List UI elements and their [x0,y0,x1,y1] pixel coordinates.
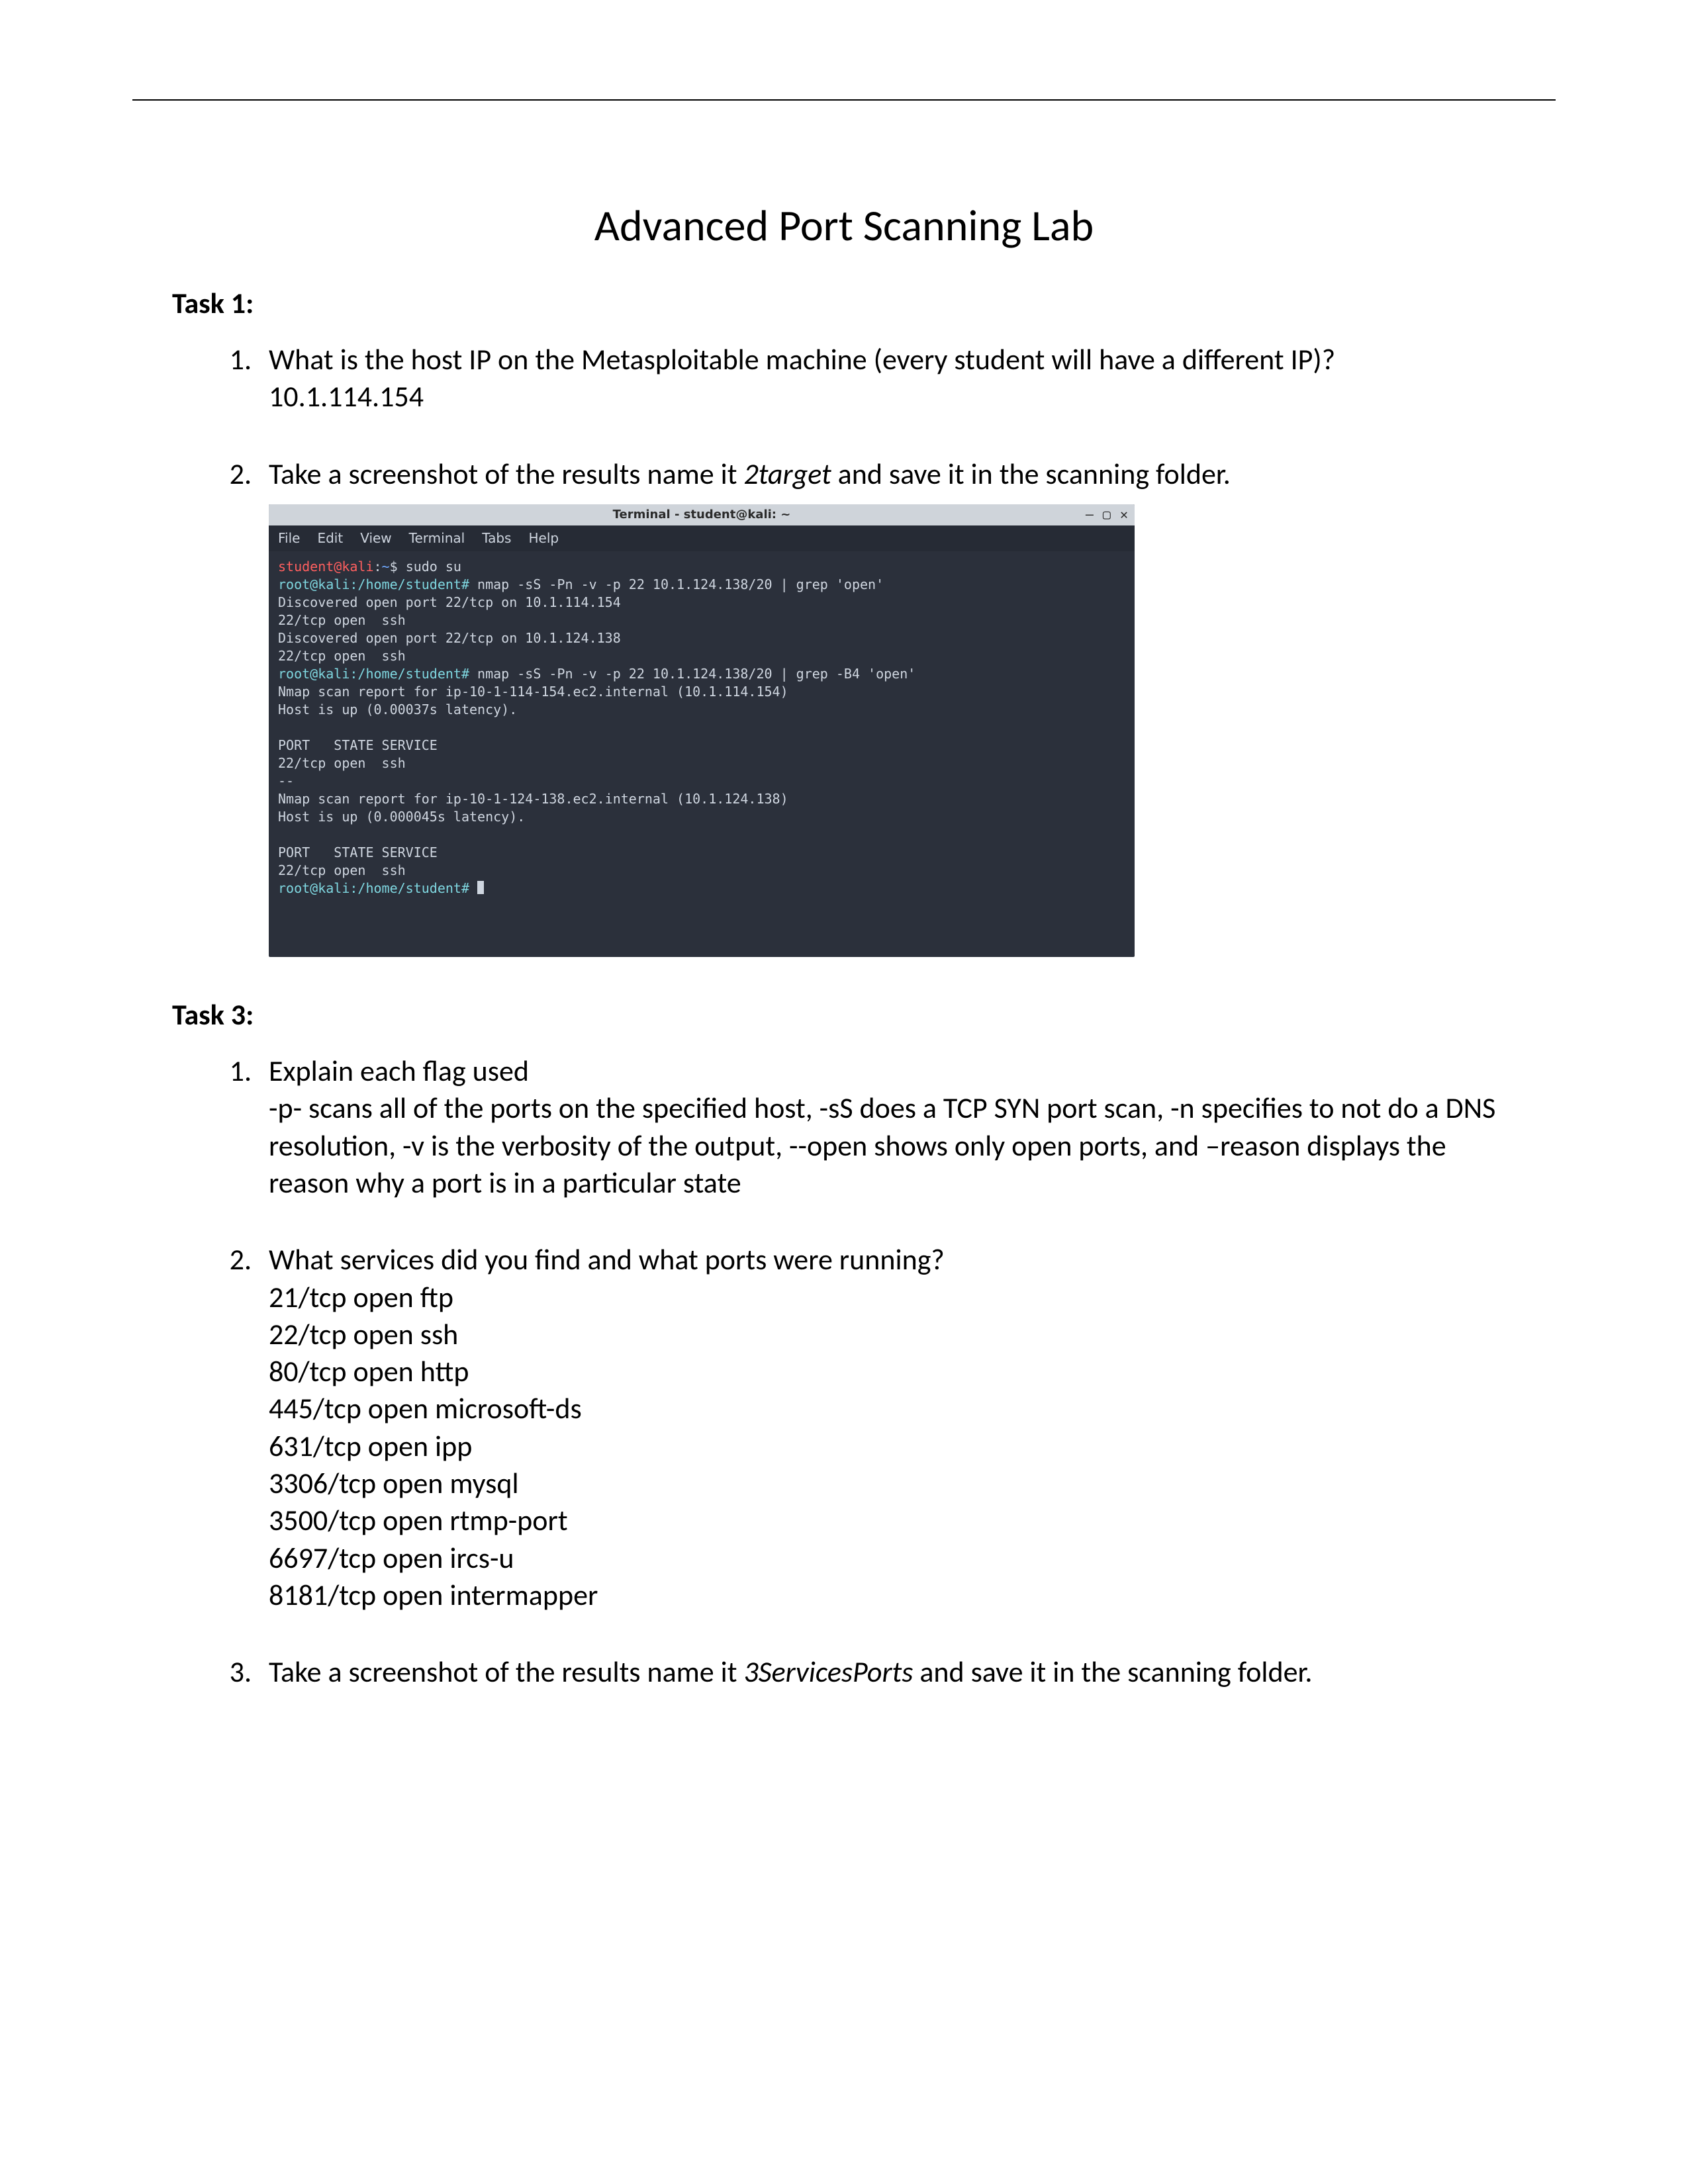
menu-file[interactable]: File [278,529,300,547]
cursor-icon [477,881,484,894]
menu-help[interactable]: Help [528,529,559,547]
out-lat-1: Host is up (0.00037s latency). [278,702,517,717]
task1-heading: Task 1: [172,285,1516,321]
prompt-user: student@kali [278,559,374,574]
task1-item-2: Take a screenshot of the results name it… [258,455,1516,957]
out-lat-2: Host is up (0.000045s latency). [278,809,525,825]
task1-q2-post: and save it in the scanning folder. [831,456,1231,492]
page-title: Advanced Port Scanning Lab [172,199,1516,252]
root-prompt-3: root@kali:/home/student# [278,880,477,896]
port-line-1: 22/tcp open ssh [269,1316,458,1352]
task3-item-2: What services did you find and what port… [258,1241,1516,1614]
cmd-nmap-2: nmap -sS -Pn -v -p 22 10.1.124.138/20 | … [477,666,915,682]
out-open-1: 22/tcp open ssh [278,612,406,628]
terminal-titlebar: Terminal - student@kali: ~ — ▢ ✕ [269,504,1135,525]
out-report-1: Nmap scan report for ip-10-1-114-154.ec2… [278,684,788,700]
task3-list: Explain each flag used -p- scans all of … [172,1052,1516,1691]
task3-q3-post: and save it in the scanning folder. [913,1654,1312,1690]
port-line-2: 80/tcp open http [269,1353,469,1389]
task3-item-3: Take a screenshot of the results name it… [258,1653,1516,1690]
prompt-path: ~ [382,559,390,574]
close-icon[interactable]: ✕ [1120,506,1128,523]
out-report-2: Nmap scan report for ip-10-1-124-138.ec2… [278,791,788,807]
port-line-0: 21/tcp open ftp [269,1279,453,1315]
task1-list: What is the host IP on the Metasploitabl… [172,341,1516,957]
task3-heading: Task 3: [172,997,1516,1032]
task3-q3-em: 3ServicesPorts [743,1654,913,1690]
menu-view[interactable]: View [360,529,391,547]
out-blank-2 [278,827,286,842]
header-rule [132,99,1556,101]
task3-q2-text: What services did you find and what port… [269,1242,945,1277]
task1-q2-pre: Take a screenshot of the results name it [269,456,743,492]
terminal-menubar: File Edit View Terminal Tabs Help [269,525,1135,551]
task3-item-1: Explain each flag used -p- scans all of … [258,1052,1516,1201]
out-dash: -- [278,773,294,789]
document-page: Advanced Port Scanning Lab Task 1: What … [0,0,1688,2184]
port-line-5: 3306/tcp open mysql [269,1465,519,1501]
out-disc-2: Discovered open port 22/tcp on 10.1.124.… [278,630,621,646]
prompt-sep: : [374,559,382,574]
port-line-3: 445/tcp open microsoft-ds [269,1390,582,1426]
root-prompt-1: root@kali:/home/student# [278,576,477,592]
menu-edit[interactable]: Edit [317,529,343,547]
out-hdr-1: PORT STATE SERVICE [278,737,438,753]
out-open-4: 22/tcp open ssh [278,862,406,878]
cmd-nmap-1: nmap -sS -Pn -v -p 22 10.1.124.138/20 | … [477,576,884,592]
menu-tabs[interactable]: Tabs [482,529,511,547]
out-hdr-2: PORT STATE SERVICE [278,844,438,860]
port-line-4: 631/tcp open ipp [269,1428,472,1464]
maximize-icon[interactable]: ▢ [1103,506,1111,523]
task3-q1-text: Explain each flag used [269,1053,529,1089]
menu-terminal[interactable]: Terminal [409,529,465,547]
out-disc-1: Discovered open port 22/tcp on 10.1.114.… [278,594,621,610]
task1-q2-em: 2target [743,456,831,492]
task3-q3-pre: Take a screenshot of the results name it [269,1654,743,1690]
task1-item-1: What is the host IP on the Metasploitabl… [258,341,1516,416]
task1-a1: 10.1.114.154 [269,379,424,414]
task3-a1: -p- scans all of the ports on the specif… [269,1090,1495,1201]
terminal-body[interactable]: student@kali:~$ sudo su root@kali:/home/… [269,551,1135,957]
root-prompt-2: root@kali:/home/student# [278,666,477,682]
out-open-2: 22/tcp open ssh [278,648,406,664]
port-line-8: 8181/tcp open intermapper [269,1577,598,1613]
out-open-3: 22/tcp open ssh [278,755,406,771]
out-blank-1 [278,719,286,735]
terminal-title: Terminal - student@kali: ~ [269,507,1135,523]
port-line-7: 6697/tcp open ircs-u [269,1540,514,1576]
minimize-icon[interactable]: — [1086,506,1094,523]
prompt-dollar: $ [390,559,406,574]
port-line-6: 3500/tcp open rtmp-port [269,1502,568,1538]
terminal-window: Terminal - student@kali: ~ — ▢ ✕ File Ed… [269,504,1135,957]
task1-q1-text: What is the host IP on the Metasploitabl… [269,341,1335,377]
window-controls: — ▢ ✕ [1086,504,1128,525]
cmd-sudo: sudo su [406,559,461,574]
